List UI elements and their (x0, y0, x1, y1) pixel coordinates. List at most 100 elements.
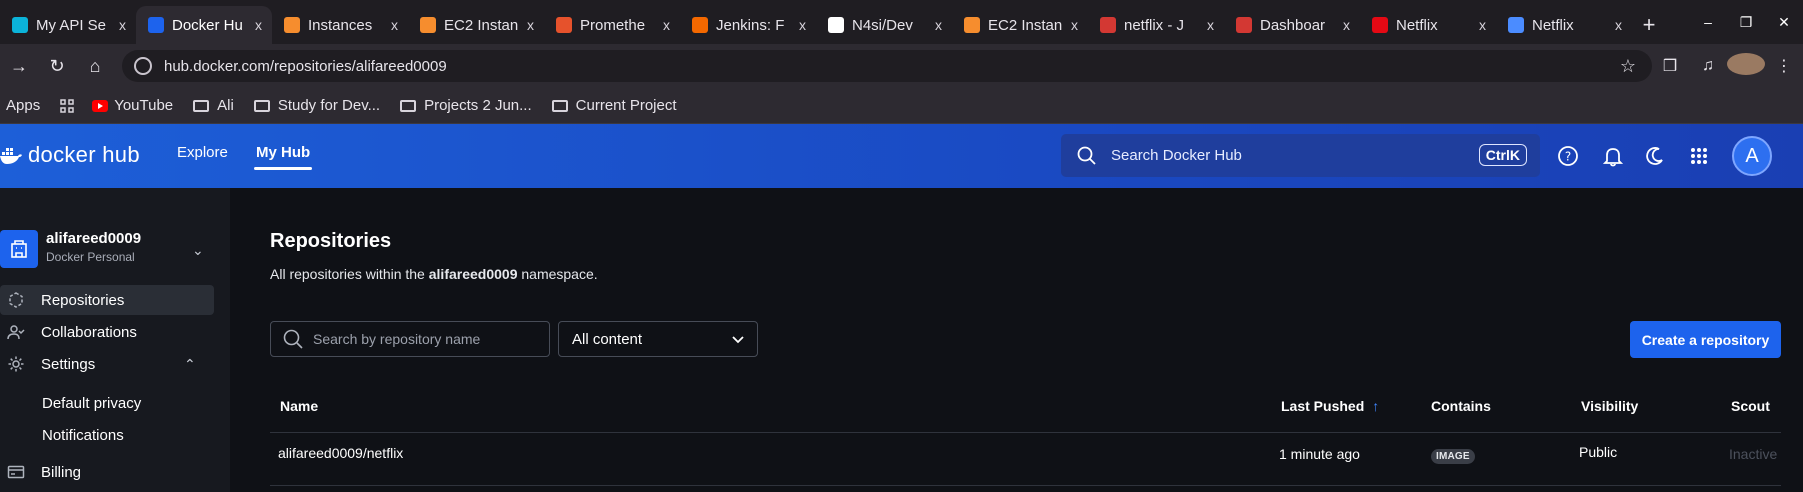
youtube-icon (92, 99, 109, 112)
tab-close-icon[interactable]: x (935, 17, 942, 33)
sidebar-item-billing[interactable]: Billing (0, 457, 214, 487)
org-type: Docker Personal (46, 250, 135, 264)
bookmark-youtube[interactable]: YouTube (92, 97, 173, 114)
home-icon[interactable]: ⌂ (76, 56, 114, 77)
tab-close-icon[interactable]: x (663, 17, 670, 33)
browser-tab[interactable]: My API Se x (0, 6, 136, 44)
close-window-icon[interactable]: ✕ (1765, 14, 1803, 31)
billing-icon (7, 465, 25, 479)
tab-title: Instances (308, 16, 373, 34)
repository-search-input[interactable]: Search by repository name (270, 321, 550, 357)
collaborators-icon (7, 325, 25, 340)
desc-suffix: namespace. (517, 266, 598, 282)
browser-tab[interactable]: Netflix x (1360, 6, 1496, 44)
restore-icon[interactable]: ❐ (1727, 14, 1765, 31)
browser-tab[interactable]: netflix - J x (1088, 6, 1224, 44)
tab-close-icon[interactable]: x (1071, 17, 1078, 33)
repo-name-link[interactable]: alifareed0009/netflix (278, 445, 403, 461)
tab-close-icon[interactable]: x (1615, 17, 1622, 33)
browser-tab[interactable]: N4si/Dev x (816, 6, 952, 44)
extensions-icon[interactable]: ❒ (1651, 56, 1689, 76)
sidebar-item-collaborations[interactable]: Collaborations (0, 317, 214, 347)
nav-explore[interactable]: Explore (177, 144, 228, 161)
browser-tab[interactable]: Dashboar x (1224, 6, 1360, 44)
tab-favicon-icon (1100, 17, 1116, 33)
hub-search[interactable]: Search Docker Hub CtrlK (1061, 134, 1540, 177)
last-pushed-value: 1 minute ago (1279, 446, 1360, 462)
help-icon[interactable]: ? (1556, 144, 1580, 168)
tab-close-icon[interactable]: x (255, 17, 262, 33)
divider (270, 432, 1781, 433)
tab-title: Docker Hu (172, 16, 243, 34)
browser-tab[interactable]: EC2 Instan x (952, 6, 1088, 44)
tab-favicon-icon (1508, 17, 1524, 33)
table-row[interactable]: alifareed0009/netflix 1 minute ago IMAGE… (270, 443, 1781, 483)
nav-my-hub[interactable]: My Hub (253, 144, 313, 170)
apps-grid-icon[interactable] (1687, 144, 1711, 168)
forward-icon[interactable]: → (0, 56, 38, 77)
browser-tab[interactable]: Instances x (272, 6, 408, 44)
menu-icon[interactable]: ⋮ (1765, 56, 1803, 76)
bookmark-folder-projects[interactable]: Projects 2 Jun... (400, 97, 532, 114)
tab-close-icon[interactable]: x (119, 17, 126, 33)
bookmark-folder-study[interactable]: Study for Dev... (253, 97, 380, 114)
filter-value: All content (572, 330, 643, 348)
notifications-bell-icon[interactable] (1601, 144, 1625, 168)
column-last-pushed[interactable]: Last Pushed ↑ (1281, 398, 1379, 414)
create-repository-button[interactable]: Create a repository (1630, 321, 1781, 358)
theme-toggle-icon[interactable] (1643, 144, 1667, 168)
tab-favicon-icon (1372, 17, 1388, 33)
sidebar-item-label: Settings (41, 355, 96, 373)
reload-icon[interactable]: ↻ (38, 56, 76, 77)
browser-tab[interactable]: Promethe x (544, 6, 680, 44)
profile-avatar[interactable] (1727, 52, 1765, 80)
sidebar-item-label: Collaborations (41, 323, 137, 341)
tab-favicon-icon (828, 17, 844, 33)
settings-default-privacy[interactable]: Default privacy (42, 395, 141, 412)
apps-grid-icon[interactable] (60, 98, 74, 113)
org-name: alifareed0009 (46, 230, 142, 247)
browser-tab[interactable]: EC2 Instan x (408, 6, 544, 44)
tab-favicon-icon (420, 17, 436, 33)
media-icon[interactable]: ♫ (1689, 57, 1727, 75)
browser-tab[interactable]: Jenkins: F x (680, 6, 816, 44)
bookmark-folder-ali[interactable]: Ali (193, 97, 234, 114)
settings-notifications[interactable]: Notifications (42, 427, 124, 444)
tab-close-icon[interactable]: x (799, 17, 806, 33)
sidebar-item-label: Repositories (41, 291, 125, 309)
browser-tab[interactable]: Docker Hu x (136, 6, 272, 44)
tab-close-icon[interactable]: x (527, 17, 534, 33)
repository-icon (9, 292, 23, 308)
search-shortcut: CtrlK (1478, 144, 1527, 166)
account-avatar[interactable]: A (1732, 136, 1772, 176)
new-tab-button[interactable]: + (1632, 6, 1666, 44)
bookmark-folder-current[interactable]: Current Project (551, 97, 677, 114)
tab-close-icon[interactable]: x (1207, 17, 1214, 33)
tab-close-icon[interactable]: x (391, 17, 398, 33)
browser-tab[interactable]: Netflix x (1496, 6, 1632, 44)
tab-favicon-icon (148, 17, 164, 33)
browser-tab-strip: My API Se x Docker Hu x Instances x EC2 Instan… (0, 0, 1803, 44)
tab-favicon-icon (284, 17, 300, 33)
tab-title: N4si/Dev (852, 16, 913, 34)
address-bar[interactable]: hub.docker.com/repositories/alifareed000… (122, 50, 1652, 82)
site-info-icon[interactable] (134, 57, 152, 75)
tab-title: Dashboar (1260, 16, 1326, 34)
docker-whale-icon (0, 148, 22, 164)
bookmark-label: YouTube (114, 97, 174, 114)
column-label: Last Pushed (1281, 398, 1365, 414)
search-placeholder: Search by repository name (313, 331, 481, 347)
tab-close-icon[interactable]: x (1343, 17, 1350, 33)
bookmark-apps[interactable]: Apps (6, 97, 40, 114)
minimize-icon[interactable]: – (1689, 14, 1727, 30)
bookmark-star-icon[interactable]: ☆ (1620, 56, 1636, 77)
column-name[interactable]: Name (280, 398, 318, 414)
docker-hub-logo[interactable]: docker hub (0, 142, 140, 168)
contains-badge: IMAGE (1431, 446, 1475, 464)
sidebar-item-settings[interactable]: Settings ⌃ (0, 349, 214, 379)
content-filter-select[interactable]: All content (558, 321, 758, 357)
org-switcher[interactable]: alifareed0009 Docker Personal ⌄ (0, 222, 214, 274)
tab-title: Netflix (1396, 16, 1438, 34)
tab-close-icon[interactable]: x (1479, 17, 1486, 33)
sidebar-item-repositories[interactable]: Repositories (0, 285, 214, 315)
